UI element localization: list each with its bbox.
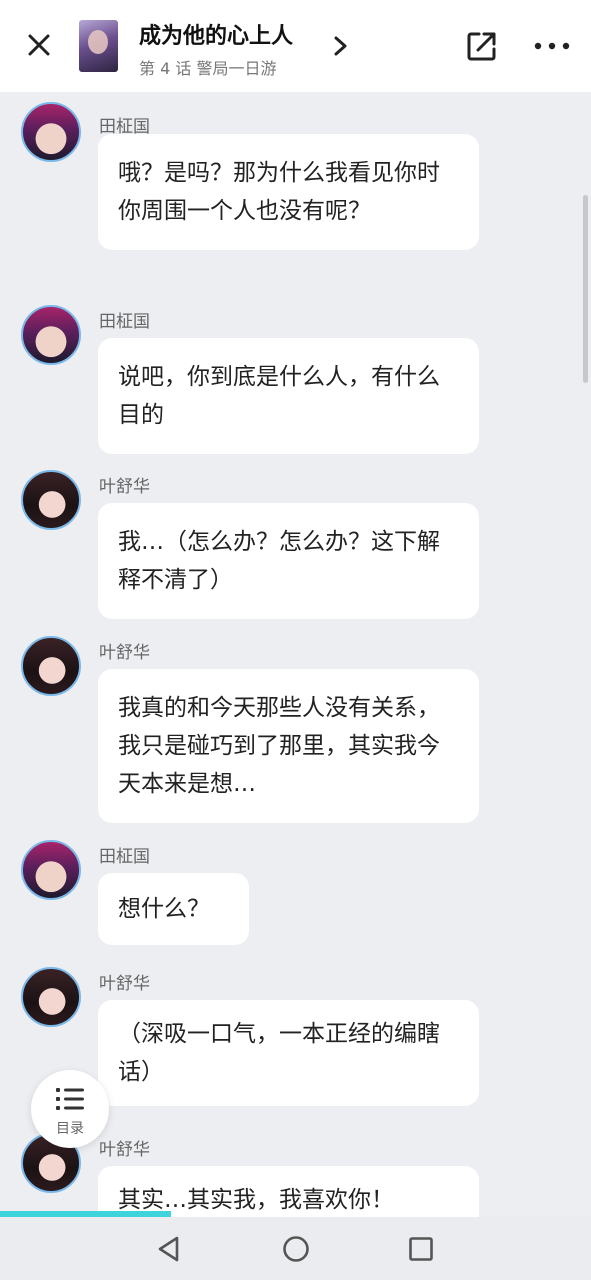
share-icon[interactable] <box>464 28 500 64</box>
home-circle-icon[interactable] <box>282 1235 310 1263</box>
message-bubble: （深吸一口气，一本正经的编瞎话） <box>98 1000 479 1106</box>
avatar[interactable] <box>21 840 81 900</box>
message-bubble: 我真的和今天那些人没有关系，我只是碰巧到了那里，其实我今天本来是想… <box>98 669 479 823</box>
story-cover-image[interactable] <box>79 20 118 72</box>
message-bubble: 想什么？ <box>98 873 249 945</box>
message-bubble: 说吧，你到底是什么人，有什么目的 <box>98 338 479 454</box>
speaker-name: 叶舒华 <box>99 974 150 994</box>
close-icon[interactable] <box>22 28 56 62</box>
back-triangle-icon[interactable] <box>155 1235 183 1263</box>
speaker-name: 田柾国 <box>99 847 150 867</box>
chapter-subtitle: 第 4 话 警局一日游 <box>139 59 277 78</box>
avatar[interactable] <box>21 967 81 1027</box>
story-title[interactable]: 成为他的心上人 <box>139 18 293 50</box>
list-icon <box>56 1088 84 1110</box>
message-bubble: 哦？是吗？那为什么我看见你时你周围一个人也没有呢？ <box>98 134 479 250</box>
more-icon[interactable] <box>532 38 572 54</box>
speaker-name: 叶舒华 <box>99 643 150 663</box>
system-navigation-bar <box>0 1217 591 1280</box>
avatar[interactable] <box>21 102 81 162</box>
speaker-name: 叶舒华 <box>99 477 150 497</box>
speaker-name: 叶舒华 <box>99 1140 150 1160</box>
toc-label: 目录 <box>56 1121 84 1137</box>
speaker-name: 田柾国 <box>99 312 150 332</box>
avatar[interactable] <box>21 636 81 696</box>
table-of-contents-button[interactable]: 目录 <box>31 1070 109 1148</box>
avatar[interactable] <box>21 470 81 530</box>
avatar[interactable] <box>21 305 81 365</box>
message-bubble: 我…（怎么办？怎么办？这下解释不清了） <box>98 503 479 619</box>
chat-area[interactable]: 田柾国 哦？是吗？那为什么我看见你时你周围一个人也没有呢？ 田柾国 说吧，你到底… <box>0 92 591 1218</box>
chevron-right-icon[interactable] <box>330 34 350 58</box>
scrollbar[interactable] <box>583 195 588 383</box>
recent-square-icon[interactable] <box>407 1235 435 1263</box>
app-header: 成为他的心上人 第 4 话 警局一日游 <box>0 0 591 92</box>
